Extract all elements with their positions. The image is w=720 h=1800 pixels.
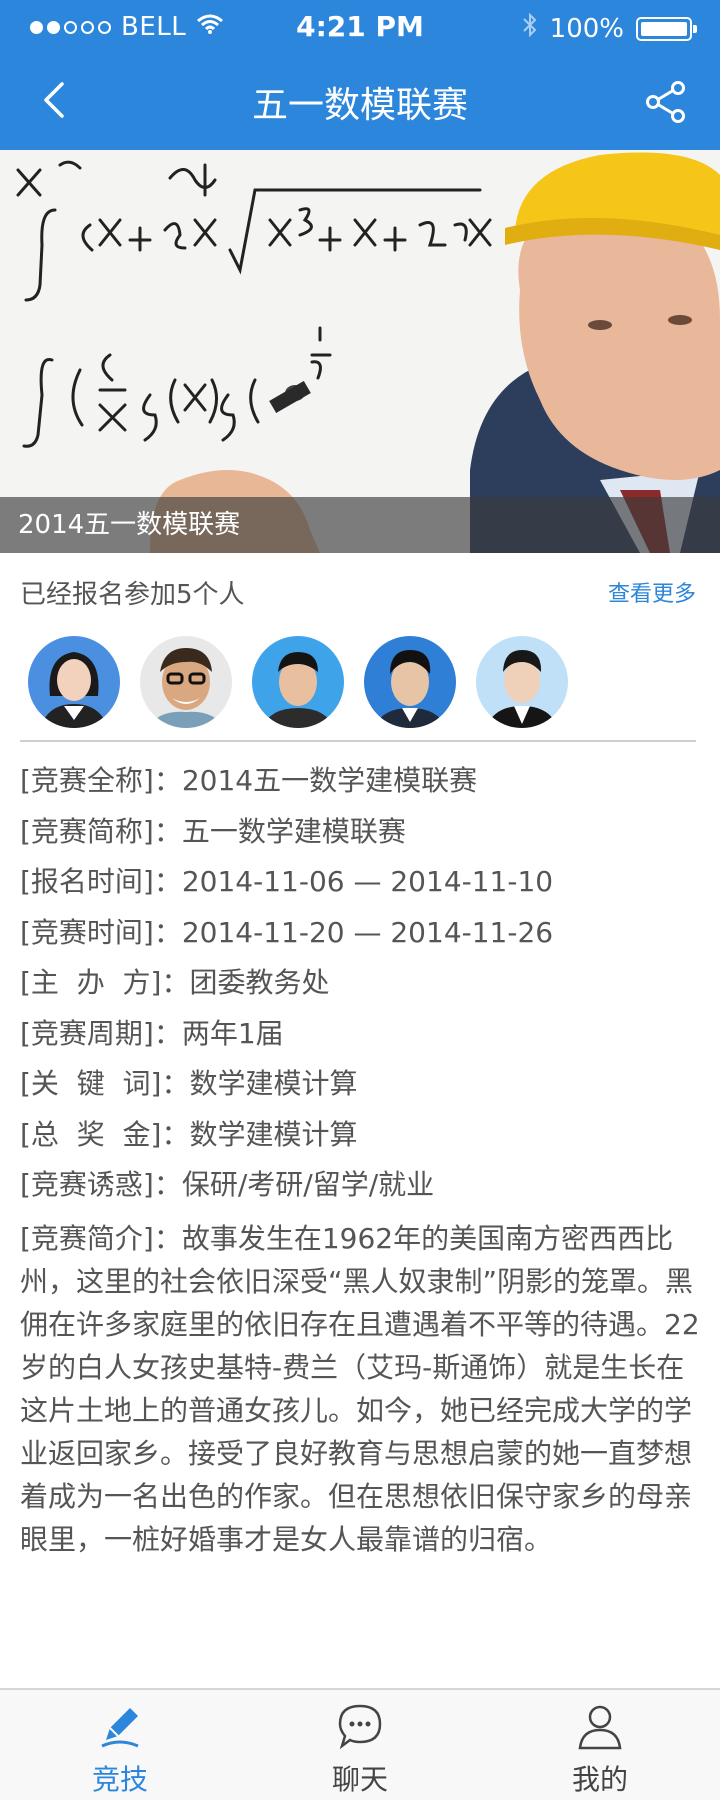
detail-total-prize: [总 奖 金]：数学建模计算 xyxy=(20,1117,358,1151)
battery-icon xyxy=(636,16,697,41)
tab-competition[interactable]: 竞技 xyxy=(0,1690,240,1800)
bluetooth-icon xyxy=(522,12,538,45)
avatar-list xyxy=(20,636,696,728)
tab-chat[interactable]: 聊天 xyxy=(240,1690,480,1800)
avatar[interactable] xyxy=(476,636,568,728)
battery-percent: 100% xyxy=(549,13,624,44)
detail-introduction: [竞赛简介]：故事发生在1962年的美国南方密西西比州，这里的社会依旧深受“黑人… xyxy=(20,1221,700,1556)
banner-illustration xyxy=(0,150,720,553)
view-more-link[interactable]: 查看更多 xyxy=(608,576,696,608)
tab-label: 我的 xyxy=(571,1763,628,1796)
nav-bar: 五一数模联赛 xyxy=(0,60,720,140)
banner-caption: 2014五一数模联赛 xyxy=(0,497,720,553)
share-button[interactable] xyxy=(640,76,692,128)
tab-profile[interactable]: 我的 xyxy=(480,1690,720,1800)
avatar[interactable] xyxy=(140,636,232,728)
participants-section: 已经报名参加5个人 查看更多 xyxy=(20,570,696,728)
tab-label: 竞技 xyxy=(91,1763,148,1796)
avatar[interactable] xyxy=(364,636,456,728)
share-icon xyxy=(646,81,685,123)
chat-bubble-icon xyxy=(338,1704,382,1750)
detail-keywords: [关 键 词]：数学建模计算 xyxy=(20,1067,358,1100)
detail-organizer: [主 办 方]：团委教务处 xyxy=(20,966,330,999)
pen-icon xyxy=(101,1708,139,1748)
avatar[interactable] xyxy=(28,636,120,728)
divider xyxy=(20,740,696,742)
detail-benefits: [竞赛诱惑]：保研/考研/留学/就业 xyxy=(20,1168,435,1201)
detail-competition-time: [竞赛时间]：2014-11-20 — 2014-11-26 xyxy=(20,915,554,949)
competition-details: [竞赛全称]：2014五一数学建模联赛 [竞赛简称]：五一数学建模联赛 [报名时… xyxy=(20,760,700,1561)
banner-image[interactable]: 2014五一数模联赛 xyxy=(0,150,720,553)
participants-header: 已经报名参加5个人 查看更多 xyxy=(20,570,696,614)
tab-label: 聊天 xyxy=(331,1763,388,1796)
detail-full-name: [竞赛全称]：2014五一数学建模联赛 xyxy=(20,764,478,797)
status-bar: BELL 4:21 PM 100% xyxy=(0,0,720,54)
status-right: 100% xyxy=(522,12,697,45)
header: BELL 4:21 PM 100% 五一数模联赛 xyxy=(0,0,720,150)
detail-registration-time: [报名时间]：2014-11-06 — 2014-11-10 xyxy=(20,865,554,898)
avatar[interactable] xyxy=(252,636,344,728)
page-title: 五一数模联赛 xyxy=(251,85,468,126)
user-icon xyxy=(578,1705,622,1750)
detail-short-name: [竞赛简称]：五一数学建模联赛 xyxy=(20,814,406,848)
tab-bar: 竞技 聊天 我的 xyxy=(0,1688,720,1800)
detail-cycle: [竞赛周期]：两年1届 xyxy=(20,1016,284,1050)
app-root: BELL 4:21 PM 100% 五一数模联赛 2014五一数模联赛 已经报名… xyxy=(0,0,720,1800)
participants-count: 已经报名参加5个人 xyxy=(20,579,245,610)
